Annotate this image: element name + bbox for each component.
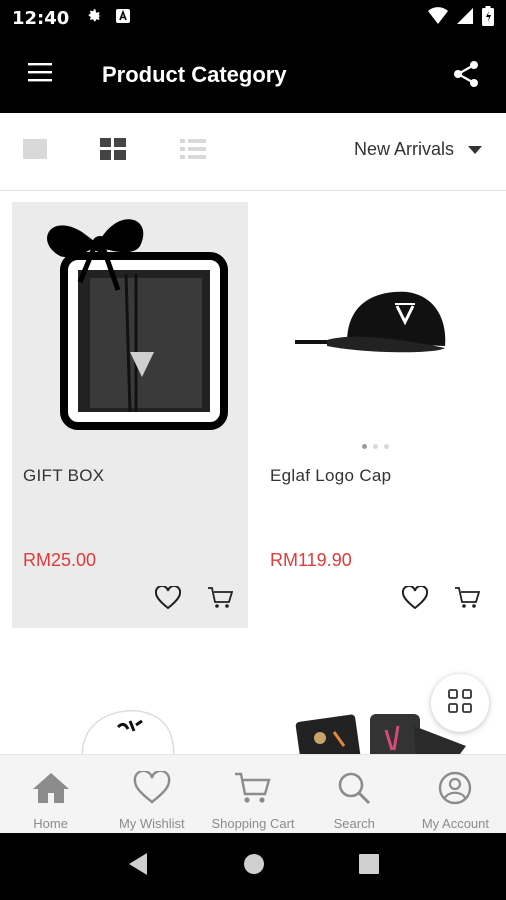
home-circle-icon[interactable] <box>243 853 265 880</box>
home-icon <box>31 771 71 810</box>
view-toolbar: New Arrivals <box>0 113 506 191</box>
nav-my-account[interactable]: My Account <box>405 755 506 833</box>
gift-box-image <box>12 202 248 442</box>
account-icon <box>435 771 475 810</box>
nav-label: Search <box>333 816 375 831</box>
share-icon <box>453 60 479 93</box>
nav-search[interactable]: Search <box>304 755 405 833</box>
nav-label: Shopping Cart <box>211 816 295 831</box>
add-to-wishlist-button[interactable] <box>154 584 182 615</box>
nav-label: Home <box>33 816 68 831</box>
signal-icon <box>456 7 474 29</box>
search-icon <box>334 771 374 810</box>
single-view-icon <box>23 139 47 164</box>
categories-fab-button[interactable] <box>431 674 489 732</box>
product-price: RM25.00 <box>23 550 97 570</box>
nav-shopping-cart[interactable]: Shopping Cart <box>202 755 303 833</box>
carousel-dots <box>362 444 389 449</box>
add-to-wishlist-button[interactable] <box>401 584 429 615</box>
heart-icon <box>154 584 182 615</box>
menu-button[interactable] <box>0 36 80 113</box>
status-time: 12:40 <box>12 7 70 29</box>
product-grid: GIFT BOX RM25.00 Eglaf Logo Cap RM119.90 <box>0 192 506 754</box>
product-image-peek[interactable] <box>78 697 178 754</box>
nav-home[interactable]: Home <box>0 755 101 833</box>
cart-icon <box>454 586 481 615</box>
battery-icon <box>482 6 494 30</box>
add-to-cart-button[interactable] <box>453 586 481 614</box>
product-card[interactable]: GIFT BOX RM25.00 <box>12 202 248 628</box>
product-price: RM119.90 <box>270 550 352 570</box>
carousel-dot[interactable] <box>373 444 378 449</box>
sort-label: New Arrivals <box>353 139 454 159</box>
nav-label: My Wishlist <box>118 816 185 831</box>
recents-icon[interactable] <box>359 854 379 879</box>
a-box-icon <box>115 8 131 28</box>
page-title: Product Category <box>102 61 287 87</box>
heart-icon <box>132 769 172 810</box>
nav-wishlist[interactable]: My Wishlist <box>101 755 202 833</box>
list-view-icon <box>180 138 206 165</box>
product-name: Eglaf Logo Cap <box>270 466 392 485</box>
share-button[interactable] <box>446 56 486 96</box>
system-navigation-bar <box>0 833 506 900</box>
grid-view-icon <box>100 138 126 165</box>
single-view-button[interactable] <box>10 132 60 172</box>
app-bar: Product Category <box>0 36 506 113</box>
status-bar: 12:40 <box>0 0 506 36</box>
sort-dropdown[interactable]: New Arrivals <box>354 139 482 160</box>
bottom-navigation: Home My Wishlist Shopping Cart Search My… <box>0 754 506 833</box>
carousel-dot[interactable] <box>384 444 389 449</box>
product-card[interactable]: Eglaf Logo Cap RM119.90 <box>259 202 495 628</box>
list-view-button[interactable] <box>168 132 218 172</box>
dropdown-caret-icon <box>468 145 482 154</box>
product-name: GIFT BOX <box>23 466 105 485</box>
wifi-icon <box>428 7 448 29</box>
logo-cap-image <box>259 202 495 442</box>
cart-icon <box>233 771 273 810</box>
hamburger-icon <box>28 62 52 87</box>
grid-menu-icon <box>448 688 472 718</box>
heart-icon <box>401 584 429 615</box>
settings-icon <box>85 7 103 29</box>
carousel-dot[interactable] <box>362 444 367 449</box>
add-to-cart-button[interactable] <box>206 586 234 614</box>
grid-view-button[interactable] <box>88 132 138 172</box>
cart-icon <box>207 586 234 615</box>
nav-label: My Account <box>421 816 490 831</box>
back-icon[interactable] <box>127 852 149 881</box>
